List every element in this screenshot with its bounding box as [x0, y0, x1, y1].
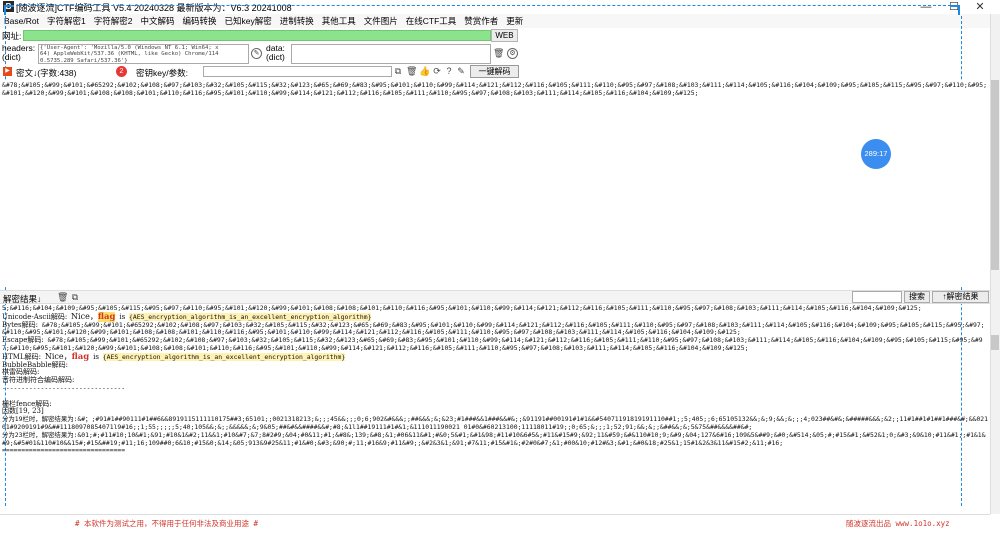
- one-click-decode-button[interactable]: 一键解码: [470, 65, 519, 78]
- bytes-result: Bytes解码: &#78;&#105;&#99;&#101;&#65292;&…: [2, 320, 988, 338]
- menu-other-tools[interactable]: 其他工具: [318, 14, 360, 28]
- escape-value: &#78;&#105;&#99;&#101;&#65292;&#102;&#10…: [2, 336, 983, 352]
- nice-text: Nice，: [71, 311, 98, 321]
- menu-char-decrypt-2[interactable]: 字符解密2: [90, 14, 137, 28]
- html-is-word: is: [93, 352, 99, 361]
- html-flag-value: {AES_encryption_algorithm_is_an_excellen…: [102, 352, 346, 361]
- url-label: 网址:: [2, 31, 22, 41]
- unicode-label: Unicode-Ascii解码:: [2, 312, 68, 321]
- delete-icon[interactable]: 🗑: [406, 66, 417, 76]
- help-icon[interactable]: ?: [444, 66, 454, 76]
- leidou-label: 棋雷码解码:: [2, 368, 40, 377]
- result-textarea[interactable]: 5;&#116;&#104;&#109;&#95;&#105;&#115;&#9…: [0, 305, 990, 513]
- result-label: 解密结果↓: [3, 294, 42, 304]
- thumbs-up-icon[interactable]: 👍: [419, 66, 430, 76]
- is-word: is: [119, 312, 126, 321]
- web-button[interactable]: WEB: [491, 29, 518, 42]
- menu-update[interactable]: 更新: [502, 14, 527, 28]
- headers-label: headers: (dict): [2, 43, 36, 62]
- copy-icon[interactable]: ⧉: [393, 66, 403, 76]
- clear-result-icon[interactable]: 🗑: [57, 292, 68, 302]
- cipher-icon: ▶: [3, 67, 12, 76]
- key-label: 密钥key/参数:: [136, 68, 188, 78]
- status-credit: 随波逐流出品 www.1o1o.xyz: [846, 519, 950, 528]
- menu-bar: Base/Rot 字符解密1 字符解密2 中文解码 编码转换 已知key解密 进制转换 其他工…: [0, 14, 1000, 28]
- window-title: [随波逐流]CTF编码工具 V5.4 20240328 最新版本为：V6.3 2…: [16, 3, 292, 13]
- decode-up-button[interactable]: ↑解密结果: [932, 291, 989, 303]
- divider-dashes: --------------------------------: [2, 383, 126, 392]
- scrollbar-thumb-bottom[interactable]: [991, 335, 999, 350]
- scrollbar-thumb-top[interactable]: [991, 80, 999, 270]
- menu-donate[interactable]: 赞赏作者: [460, 14, 502, 28]
- url-input[interactable]: [23, 30, 491, 41]
- close-button[interactable]: ✕: [966, 0, 994, 14]
- menu-char-decrypt-1[interactable]: 字符解密1: [43, 14, 90, 28]
- html-label: HTML解码:: [2, 352, 41, 361]
- data-label: data: (dict): [266, 43, 285, 62]
- menu-file-image[interactable]: 文件图片: [360, 14, 402, 28]
- selection-corner-tr: [950, 5, 960, 15]
- html-nice-text: Nice，: [44, 351, 72, 361]
- html-flag-word: flag: [71, 351, 90, 362]
- search-button[interactable]: 搜索: [904, 291, 930, 303]
- divider-equals: ================================: [2, 446, 126, 455]
- fence-23-result: 分为23栏时，解密结果为:&01;#;#11#10;10&#1;&91;#10&…: [2, 430, 986, 447]
- key-icon: 2: [116, 66, 127, 77]
- status-disclaimer: # 本软件为测试之用，不得用于任何非法及商业用途 #: [75, 519, 259, 528]
- edit-icon[interactable]: ✎: [251, 48, 262, 59]
- flag-value: {AES_encryption_algorithm_is_an_excellen…: [129, 312, 372, 321]
- cipher-label: 密文↓(字数:438): [16, 68, 77, 78]
- html-result: HTML解码: Nice，flag is {AES_encryption_alg…: [2, 351, 988, 362]
- result-bar: [0, 290, 990, 304]
- menu-radix-convert[interactable]: 进制转换: [276, 14, 318, 28]
- trash-icon[interactable]: 🗑: [493, 48, 504, 58]
- search-input[interactable]: [852, 291, 902, 303]
- output-line-top: 5;&#116;&#104;&#109;&#95;&#105;&#115;&#9…: [2, 305, 922, 312]
- escape-result: Escape解码: &#78;&#105;&#99;&#101;&#65292;…: [2, 336, 988, 353]
- cipher-textarea[interactable]: &#78;&#105;&#99;&#101;&#65292;&#102;&#10…: [0, 80, 990, 287]
- data-input[interactable]: [291, 44, 491, 64]
- edit-key-icon[interactable]: ✎: [456, 66, 466, 76]
- selection-corner-tl: [4, 5, 14, 15]
- menu-chinese-decode[interactable]: 中文解码: [136, 14, 178, 28]
- bubble-label: BubbleBabble解码:: [2, 360, 69, 369]
- selection-edge-top: [6, 5, 951, 6]
- escape-label: Escape解码:: [2, 336, 44, 345]
- settings-icon[interactable]: ⚙: [507, 48, 518, 59]
- headers-input[interactable]: {'User-Agent': 'Mozilla/5.0 (Windows NT …: [38, 44, 249, 64]
- key-input[interactable]: [203, 66, 392, 77]
- fence-label: 栅栏fence解码:: [2, 399, 52, 408]
- menu-known-key[interactable]: 已知key解密: [220, 14, 275, 28]
- bytes-value: &#78;&#105;&#99;&#101;&#65292;&#102;&#10…: [2, 320, 985, 337]
- fence-19-result: 分为19栏时，解密结果为:&#；;#91#1##90111#1##6&&8919…: [2, 415, 988, 431]
- bytes-label: Bytes解码:: [2, 320, 39, 329]
- menu-encoding-convert[interactable]: 编码转换: [178, 14, 220, 28]
- refresh-icon[interactable]: ⟳: [432, 66, 442, 76]
- floating-badge[interactable]: 289:17: [861, 139, 891, 169]
- minimize-button[interactable]: —: [912, 0, 940, 14]
- yinyue-label: 音符进制符合编码解码:: [2, 376, 75, 385]
- menu-base-rot[interactable]: Base/Rot: [0, 14, 43, 28]
- menu-online-ctf[interactable]: 在线CTF工具: [402, 14, 461, 28]
- copy-result-icon[interactable]: ⧉: [70, 292, 80, 302]
